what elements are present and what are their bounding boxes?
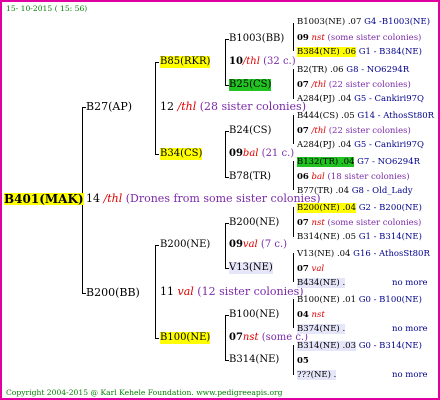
g3-a2-queen[interactable]: B25(CS) [229, 79, 272, 91]
g2-b-queen[interactable]: B34(CS) [160, 148, 203, 160]
g2-d-year: 07 [229, 332, 243, 343]
g4-row[interactable]: B374(NE) . [297, 323, 346, 335]
g2-a-queen[interactable]: B85(RKR) [160, 56, 211, 68]
connector [293, 345, 294, 375]
connector [155, 245, 156, 338]
connector [293, 115, 294, 144]
g4-row[interactable]: V13(NE) .04 G16 - AthosSt80R [297, 248, 430, 260]
g2-d-line: nst [242, 332, 259, 343]
g4-row[interactable]: B200(NE) .04 G2 - B200(NE) [297, 202, 422, 214]
connector [155, 154, 159, 155]
connector [155, 62, 156, 154]
connector [225, 315, 226, 360]
g2-b-year: 09 [229, 148, 243, 159]
g2-d-queen[interactable]: B100(NE) [160, 332, 211, 344]
g2-a-info: 10/thl (32 c.) [229, 56, 296, 68]
g1-bottom-line: val [177, 285, 194, 298]
g2-a-line: /thl [242, 56, 260, 67]
g4-info: 07 /thl (22 sister colonies) [297, 126, 411, 136]
copyright-text: Copyright 2004-2015 @ Karl Kehele Founda… [6, 388, 194, 397]
g2-c-line: val [242, 239, 258, 250]
g3-d1-queen[interactable]: B100(NE) [229, 309, 279, 321]
connector [155, 338, 159, 339]
connector [293, 299, 294, 328]
g4-row[interactable]: B1003(NE) .07 G4 -B1003(NE) [297, 16, 430, 28]
g3-d2-queen[interactable]: B314(NE) [229, 354, 279, 366]
g4-row[interactable]: B77(TR) .04 G8 - Old_Lady [297, 185, 413, 197]
g1-top-year: 12 [160, 100, 174, 113]
g2-b-note: (21 c.) [261, 148, 295, 159]
g4-info: 07 /thl (22 sister colonies) [297, 80, 411, 90]
g4-row[interactable]: B384(NE) .06 G1 - B384(NE) [297, 46, 422, 58]
g4-row[interactable]: B100(NE) .01 G0 - B100(NE) [297, 294, 422, 306]
g4-info: 06 bal (18 sister colonies) [297, 172, 410, 182]
g2-c-note: (7 c.) [260, 239, 288, 250]
date-stamp: 15- 10-2015 ( 15: 56) [6, 4, 88, 13]
root-queen[interactable]: B401(MAK) [4, 193, 84, 205]
g1-bottom-year: 11 [160, 285, 174, 298]
g3-a1-queen[interactable]: B1003(BB) [229, 33, 284, 45]
connector [293, 69, 294, 99]
g4-info: 07 val [297, 264, 325, 274]
g1-bottom-note: (12 sister colonies) [197, 285, 304, 298]
no-more-link[interactable]: no more [392, 323, 428, 335]
g4-info: 07 nst (some sister colonies) [297, 218, 422, 228]
g4-row[interactable]: ???(NE) . [297, 369, 337, 381]
g4-row[interactable]: B434(NE) . [297, 277, 346, 289]
g4-row[interactable]: B314(NE) .03 G0 - B314(NE) [297, 340, 422, 352]
g4-row[interactable]: A284(PJ) .04 G5 - Cankiri97Q [297, 139, 424, 151]
g4-info: 09 nst (some sister colonies) [297, 33, 422, 43]
g4-info: 05 [297, 356, 309, 366]
connector [225, 223, 226, 268]
g2-a-year: 10 [229, 56, 243, 67]
no-more-link[interactable]: no more [392, 369, 428, 381]
connector [293, 207, 294, 237]
connector [225, 39, 226, 85]
root-line: /thl [103, 192, 123, 205]
connector [155, 62, 159, 63]
no-more-link[interactable]: no more [392, 277, 428, 289]
connector [293, 161, 294, 190]
g2-c-year: 09 [229, 239, 243, 250]
root-note: (Drones from some sister colonies) [125, 192, 321, 205]
connector [225, 131, 226, 177]
g3-c2-queen[interactable]: V13(NE) [229, 262, 273, 274]
g4-row[interactable]: B132(TR) .04 G7 - NO6294R [297, 156, 420, 168]
g4-row[interactable]: B444(CS) .05 G14 - AthosSt80R [297, 110, 434, 122]
g2-a-note: (32 c.) [263, 56, 296, 67]
g4-row[interactable]: B2(TR) .06 G8 - NO6294R [297, 64, 409, 76]
g1-bottom-queen[interactable]: B200(BB) [86, 287, 140, 299]
g4-row[interactable]: A284(PJ) .04 G5 - Cankiri97Q [297, 93, 424, 105]
g3-c1-queen[interactable]: B200(NE) [229, 217, 279, 229]
site-link[interactable]: www.pedigreeapis.org [196, 388, 282, 397]
g2-c-queen[interactable]: B200(NE) [160, 239, 210, 251]
g2-c-info: 09val (7 c.) [229, 239, 287, 251]
connector [293, 253, 294, 282]
g1-top-note: (28 sister colonies) [199, 100, 306, 113]
connector [155, 245, 159, 246]
g1-top-queen[interactable]: B27(AP) [86, 101, 132, 113]
g4-info: 04 nst [297, 310, 325, 320]
g2-b-line: bal [242, 148, 259, 159]
root-year: 14 [86, 192, 100, 205]
g1-top-info: 12 /thl (28 sister colonies) [160, 101, 306, 113]
g1-top-line: /thl [177, 100, 197, 113]
g3-b1-queen[interactable]: B24(CS) [229, 125, 271, 137]
g3-b2-queen[interactable]: B78(TR) [229, 171, 271, 183]
footer-copyright: Copyright 2004-2015 @ Karl Kehele Founda… [6, 387, 283, 399]
g1-bottom-info: 11 val (12 sister colonies) [160, 286, 304, 298]
root-info: 14 /thl (Drones from some sister colonie… [86, 193, 321, 205]
connector [293, 23, 294, 51]
g2-b-info: 09bal (21 c.) [229, 148, 294, 160]
g4-row[interactable]: B314(NE) .05 G1 - B314(NE) [297, 231, 422, 243]
